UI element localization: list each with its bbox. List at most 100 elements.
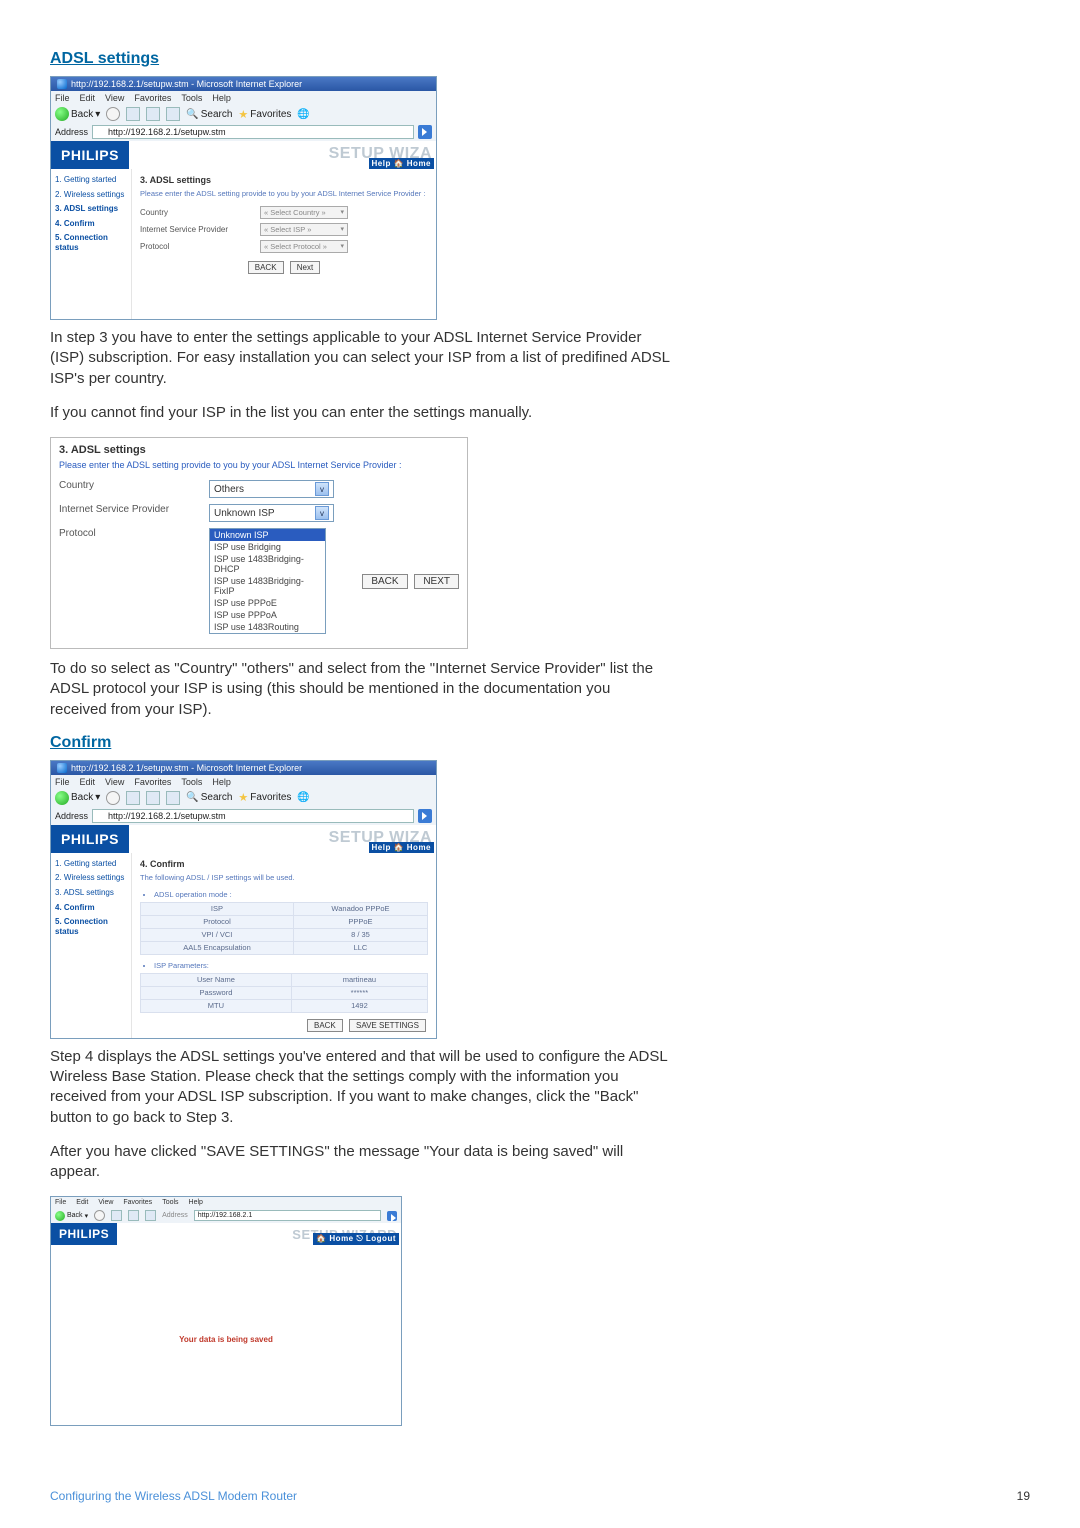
menu-file[interactable]: File [55, 777, 70, 787]
go-button[interactable] [418, 125, 432, 139]
isp-value: Unknown ISP [214, 508, 275, 519]
saving-body: Your data is being saved [51, 1245, 401, 1425]
home-icon[interactable] [145, 1210, 156, 1221]
address-input[interactable]: http://192.168.2.1 [194, 1210, 381, 1221]
menu-file[interactable]: File [55, 1199, 66, 1206]
menu-edit[interactable]: Edit [80, 777, 96, 787]
paragraph-2: If you cannot find your ISP in the list … [50, 403, 670, 423]
menu-favorites[interactable]: Favorites [123, 1199, 152, 1206]
paragraph-1: In step 3 you have to enter the settings… [50, 328, 670, 389]
chevron-down-icon: ▾ [85, 1212, 89, 1220]
back-button[interactable]: BACK [307, 1019, 343, 1032]
menu-tools[interactable]: Tools [162, 1199, 178, 1206]
menu-favorites[interactable]: Favorites [134, 777, 171, 787]
home-logout-links[interactable]: 🏠 Home ⎋ Logout [313, 1233, 399, 1245]
adsl-content: 3. ADSL settings Please enter the ADSL s… [132, 169, 436, 319]
sidenav-item-3[interactable]: 3. ADSL settings [55, 204, 127, 214]
favorites-label: Favorites [250, 792, 291, 803]
menu-help[interactable]: Help [212, 93, 231, 103]
back-button[interactable]: Back ▾ [55, 791, 100, 805]
menu-edit[interactable]: Edit [76, 1199, 88, 1206]
protocol-label: Protocol [59, 528, 209, 539]
address-input[interactable]: http://192.168.2.1/setupw.stm [92, 125, 414, 139]
menu-edit[interactable]: Edit [80, 93, 96, 103]
sidenav-item-1[interactable]: 1. Getting started [55, 175, 127, 185]
menu-tools[interactable]: Tools [181, 777, 202, 787]
sidenav-item-5[interactable]: 5. Connection status [55, 917, 127, 936]
stop-icon[interactable] [111, 1210, 122, 1221]
search-button[interactable]: Search [186, 109, 232, 120]
sidenav-item-4[interactable]: 4. Confirm [55, 219, 127, 229]
go-button[interactable] [387, 1211, 397, 1221]
sidenav-item-2[interactable]: 2. Wireless settings [55, 873, 127, 883]
menu-view[interactable]: View [105, 777, 124, 787]
forward-icon[interactable] [106, 791, 120, 805]
home-icon[interactable] [166, 107, 180, 121]
ie-icon [57, 763, 67, 773]
menu-help[interactable]: Help [212, 777, 231, 787]
back-label: Back [67, 1212, 83, 1219]
dropdown-option[interactable]: ISP use 1483Bridging-FixIP [210, 575, 325, 597]
isp-select[interactable]: Unknown ISP v [209, 504, 334, 522]
menu-file[interactable]: File [55, 93, 70, 103]
browser-addressbar: Address http://192.168.2.1/setupw.stm [51, 123, 436, 141]
address-input[interactable]: http://192.168.2.1/setupw.stm [92, 809, 414, 823]
globe-icon[interactable] [297, 109, 309, 120]
menu-view[interactable]: View [98, 1199, 113, 1206]
isp-dropdown-open[interactable]: Unknown ISP ISP use Bridging ISP use 148… [209, 528, 326, 634]
protocol-select[interactable]: « Select Protocol » [260, 240, 348, 253]
back-button[interactable]: BACK [362, 574, 407, 589]
menu-favorites[interactable]: Favorites [134, 93, 171, 103]
dropdown-option[interactable]: ISP use PPPoA [210, 609, 325, 621]
back-button[interactable]: BACK [248, 261, 284, 274]
country-select[interactable]: Others v [209, 480, 334, 498]
dropdown-option[interactable]: Unknown ISP [210, 529, 325, 541]
browser-menubar: File Edit View Favorites Tools Help [51, 1197, 401, 1208]
favorites-button[interactable]: Favorites [238, 108, 291, 121]
refresh-icon[interactable] [146, 107, 160, 121]
sidenav-item-3[interactable]: 3. ADSL settings [55, 888, 127, 898]
sidenav-item-1[interactable]: 1. Getting started [55, 859, 127, 869]
sidenav-item-4[interactable]: 4. Confirm [55, 903, 127, 913]
sidenav-item-2[interactable]: 2. Wireless settings [55, 190, 127, 200]
save-settings-button[interactable]: SAVE SETTINGS [349, 1019, 426, 1032]
sidenav-item-5[interactable]: 5. Connection status [55, 233, 127, 252]
back-button[interactable]: Back ▾ [55, 1211, 88, 1221]
search-button[interactable]: Search [186, 792, 232, 803]
dropdown-option[interactable]: ISP use 1483Bridging-DHCP [210, 553, 325, 575]
paragraph-3: To do so select as "Country" "others" an… [50, 659, 670, 720]
dropdown-option[interactable]: ISP use Bridging [210, 541, 325, 553]
stop-icon[interactable] [126, 791, 140, 805]
menu-view[interactable]: View [105, 93, 124, 103]
router-header: PHILIPS SETUP WIZA Help 🏠 Home [51, 141, 436, 169]
refresh-icon[interactable] [128, 1210, 139, 1221]
help-home-links[interactable]: Help 🏠 Home [369, 158, 434, 169]
title-text: http://192.168.2.1/setupw.stm - Microsof… [71, 79, 302, 89]
bullet-adsl-mode: ADSL operation mode : [154, 890, 428, 899]
protocol-label: Protocol [140, 242, 260, 251]
dropdown-option[interactable]: ISP use PPPoE [210, 597, 325, 609]
isp-select[interactable]: « Select ISP » [260, 223, 348, 236]
go-button[interactable] [418, 809, 432, 823]
wizard-sidenav: 1. Getting started 2. Wireless settings … [51, 853, 132, 1038]
menu-help[interactable]: Help [189, 1199, 203, 1206]
forward-icon[interactable] [106, 107, 120, 121]
browser-titlebar: http://192.168.2.1/setupw.stm - Microsof… [51, 761, 436, 775]
home-icon[interactable] [166, 791, 180, 805]
menu-tools[interactable]: Tools [181, 93, 202, 103]
favorites-button[interactable]: Favorites [238, 791, 291, 804]
stop-icon[interactable] [126, 107, 140, 121]
router-header: PHILIPS SETUP WIZARD 🏠 Home ⎋ Logout [51, 1223, 401, 1245]
dropdown-option[interactable]: ISP use 1483Routing [210, 621, 325, 633]
back-button[interactable]: Back ▾ [55, 107, 100, 121]
address-label: Address [55, 127, 88, 137]
country-label: Country [59, 480, 209, 491]
next-button[interactable]: NEXT [414, 574, 459, 589]
globe-icon[interactable] [297, 792, 309, 803]
help-home-links[interactable]: Help 🏠 Home [369, 842, 434, 853]
forward-icon[interactable] [94, 1210, 105, 1221]
refresh-icon[interactable] [146, 791, 160, 805]
favorites-label: Favorites [250, 109, 291, 120]
next-button[interactable]: Next [290, 261, 320, 274]
country-select[interactable]: « Select Country » [260, 206, 348, 219]
